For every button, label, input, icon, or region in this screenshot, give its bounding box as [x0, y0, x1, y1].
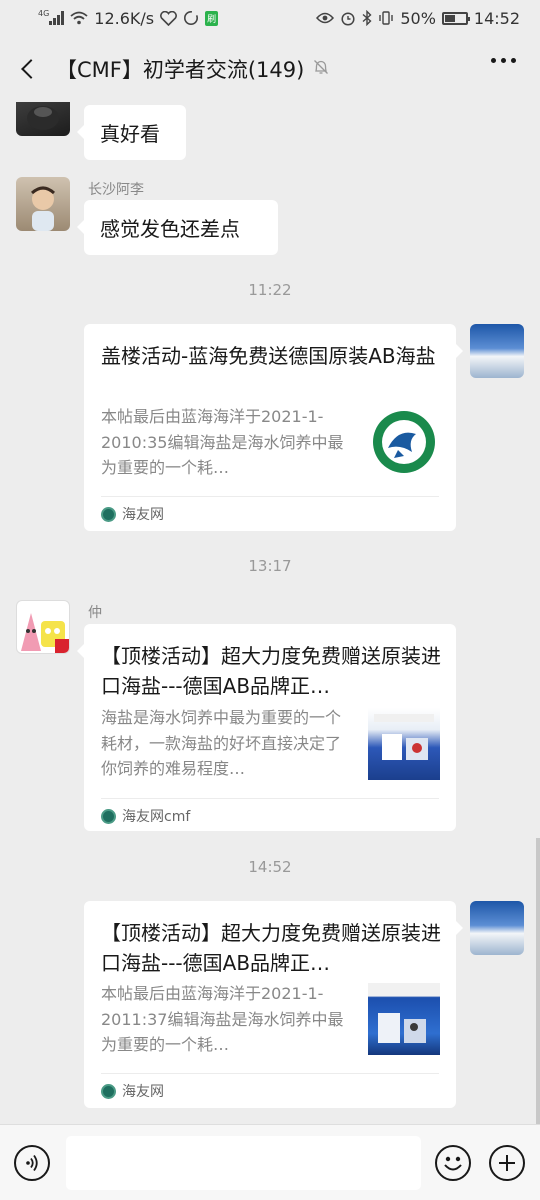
card-description: 本帖最后由蓝海海洋于2021-1-2011:37编辑海盐是海水饲养中最为重要的一… [101, 984, 344, 1054]
wifi-icon [70, 11, 88, 25]
card-divider [101, 798, 439, 799]
card-thumbnail [368, 983, 440, 1055]
link-card[interactable]: 盖楼活动-蓝海免费送德国原装AB海盐 本帖最后由蓝海海洋于2021-1-2010… [84, 324, 463, 531]
sender-name: 长沙阿李 [88, 182, 144, 198]
card-source-name: 海友网 [122, 507, 164, 523]
card-source: 海友网 [101, 1081, 164, 1101]
network-indicator: 4G [38, 8, 65, 25]
message-input[interactable] [66, 1136, 421, 1190]
link-card[interactable]: 【顶楼活动】超大力度免费赠送原装进口海盐---德国AB品牌正… 本帖最后由蓝海海… [84, 901, 463, 1108]
avatar[interactable] [470, 324, 524, 378]
battery-icon [441, 11, 470, 25]
app-badge: 刷 [205, 10, 219, 26]
card-source: 海友网cmf [101, 806, 190, 826]
scrollbar[interactable] [536, 838, 540, 1124]
source-icon [101, 506, 116, 522]
sender-name: 仲 [88, 605, 102, 621]
card-title: 盖楼活动-蓝海免费送德国原装AB海盐 [101, 344, 436, 368]
status-right: 50% 14:52 [316, 9, 520, 28]
alarm-icon [340, 10, 356, 26]
timestamp: 11:22 [248, 281, 292, 299]
back-button[interactable] [0, 36, 56, 102]
avatar[interactable] [470, 901, 524, 955]
more-button[interactable] [491, 58, 516, 63]
more-dots-icon [491, 58, 496, 63]
message-text: 真好看 [100, 122, 160, 146]
card-thumbnail [368, 708, 440, 780]
status-time: 14:52 [473, 8, 520, 28]
card-divider [101, 496, 439, 497]
card-title: 【顶楼活动】超大力度免费赠送原装进口海盐---德国AB品牌正… [101, 644, 441, 698]
status-left: 4G 12.6K/s 刷 [38, 8, 219, 28]
bluetooth-icon [362, 10, 372, 26]
add-button[interactable] [489, 1145, 525, 1181]
signal-icon [49, 11, 65, 25]
eye-icon [316, 12, 335, 24]
chevron-left-icon [21, 59, 41, 79]
card-description: 海盐是海水饲养中最为重要的一个耗材，一款海盐的好坏直接决定了你饲养的难易程度… [101, 708, 342, 778]
avatar[interactable] [16, 177, 70, 231]
voice-button[interactable] [14, 1145, 50, 1181]
card-source-name: 海友网cmf [122, 809, 191, 825]
avatar[interactable] [16, 102, 70, 136]
network-type: 4G [38, 8, 50, 18]
link-card[interactable]: 【顶楼活动】超大力度免费赠送原装进口海盐---德国AB品牌正… 海盐是海水饲养中… [77, 624, 456, 831]
card-source-name: 海友网 [122, 1084, 164, 1100]
message-text: 感觉发色还差点 [100, 217, 240, 241]
timestamp: 14:52 [248, 858, 292, 876]
chat-title: 【CMF】初学者交流(149) [56, 58, 305, 82]
emoji-icon [444, 1156, 462, 1171]
card-title: 【顶楼活动】超大力度免费赠送原装进口海盐---德国AB品牌正… [101, 921, 441, 975]
vibrate-icon [378, 10, 394, 26]
message-bubble[interactable]: 感觉发色还差点 [77, 200, 278, 255]
source-icon [101, 808, 116, 824]
card-description: 本帖最后由蓝海海洋于2021-1-2010:35编辑海盐是海水饲养中最为重要的一… [101, 407, 344, 477]
card-divider [101, 1073, 439, 1074]
sync-icon [183, 10, 199, 26]
card-thumbnail [368, 406, 440, 478]
avatar[interactable] [16, 600, 70, 654]
chat-header: 【CMF】初学者交流(149) [0, 36, 540, 102]
card-source: 海友网 [101, 504, 164, 524]
input-bar [0, 1124, 540, 1200]
timestamp: 13:17 [248, 557, 292, 575]
status-bar: 4G 12.6K/s 刷 50% 14:52 [0, 0, 540, 36]
message-list[interactable]: 真好看 长沙阿李 感觉发色还差点 11:22 盖楼活动-蓝海免费送德国原装AB海… [0, 102, 540, 1124]
battery-percent: 50% [400, 8, 436, 28]
network-speed: 12.6K/s [94, 8, 155, 28]
source-icon [101, 1083, 116, 1099]
heart-rate-icon [160, 10, 178, 26]
emoji-button[interactable] [435, 1145, 471, 1181]
voice-icon [26, 1154, 38, 1172]
message-bubble[interactable]: 真好看 [77, 105, 186, 160]
bell-off-icon [312, 58, 330, 80]
